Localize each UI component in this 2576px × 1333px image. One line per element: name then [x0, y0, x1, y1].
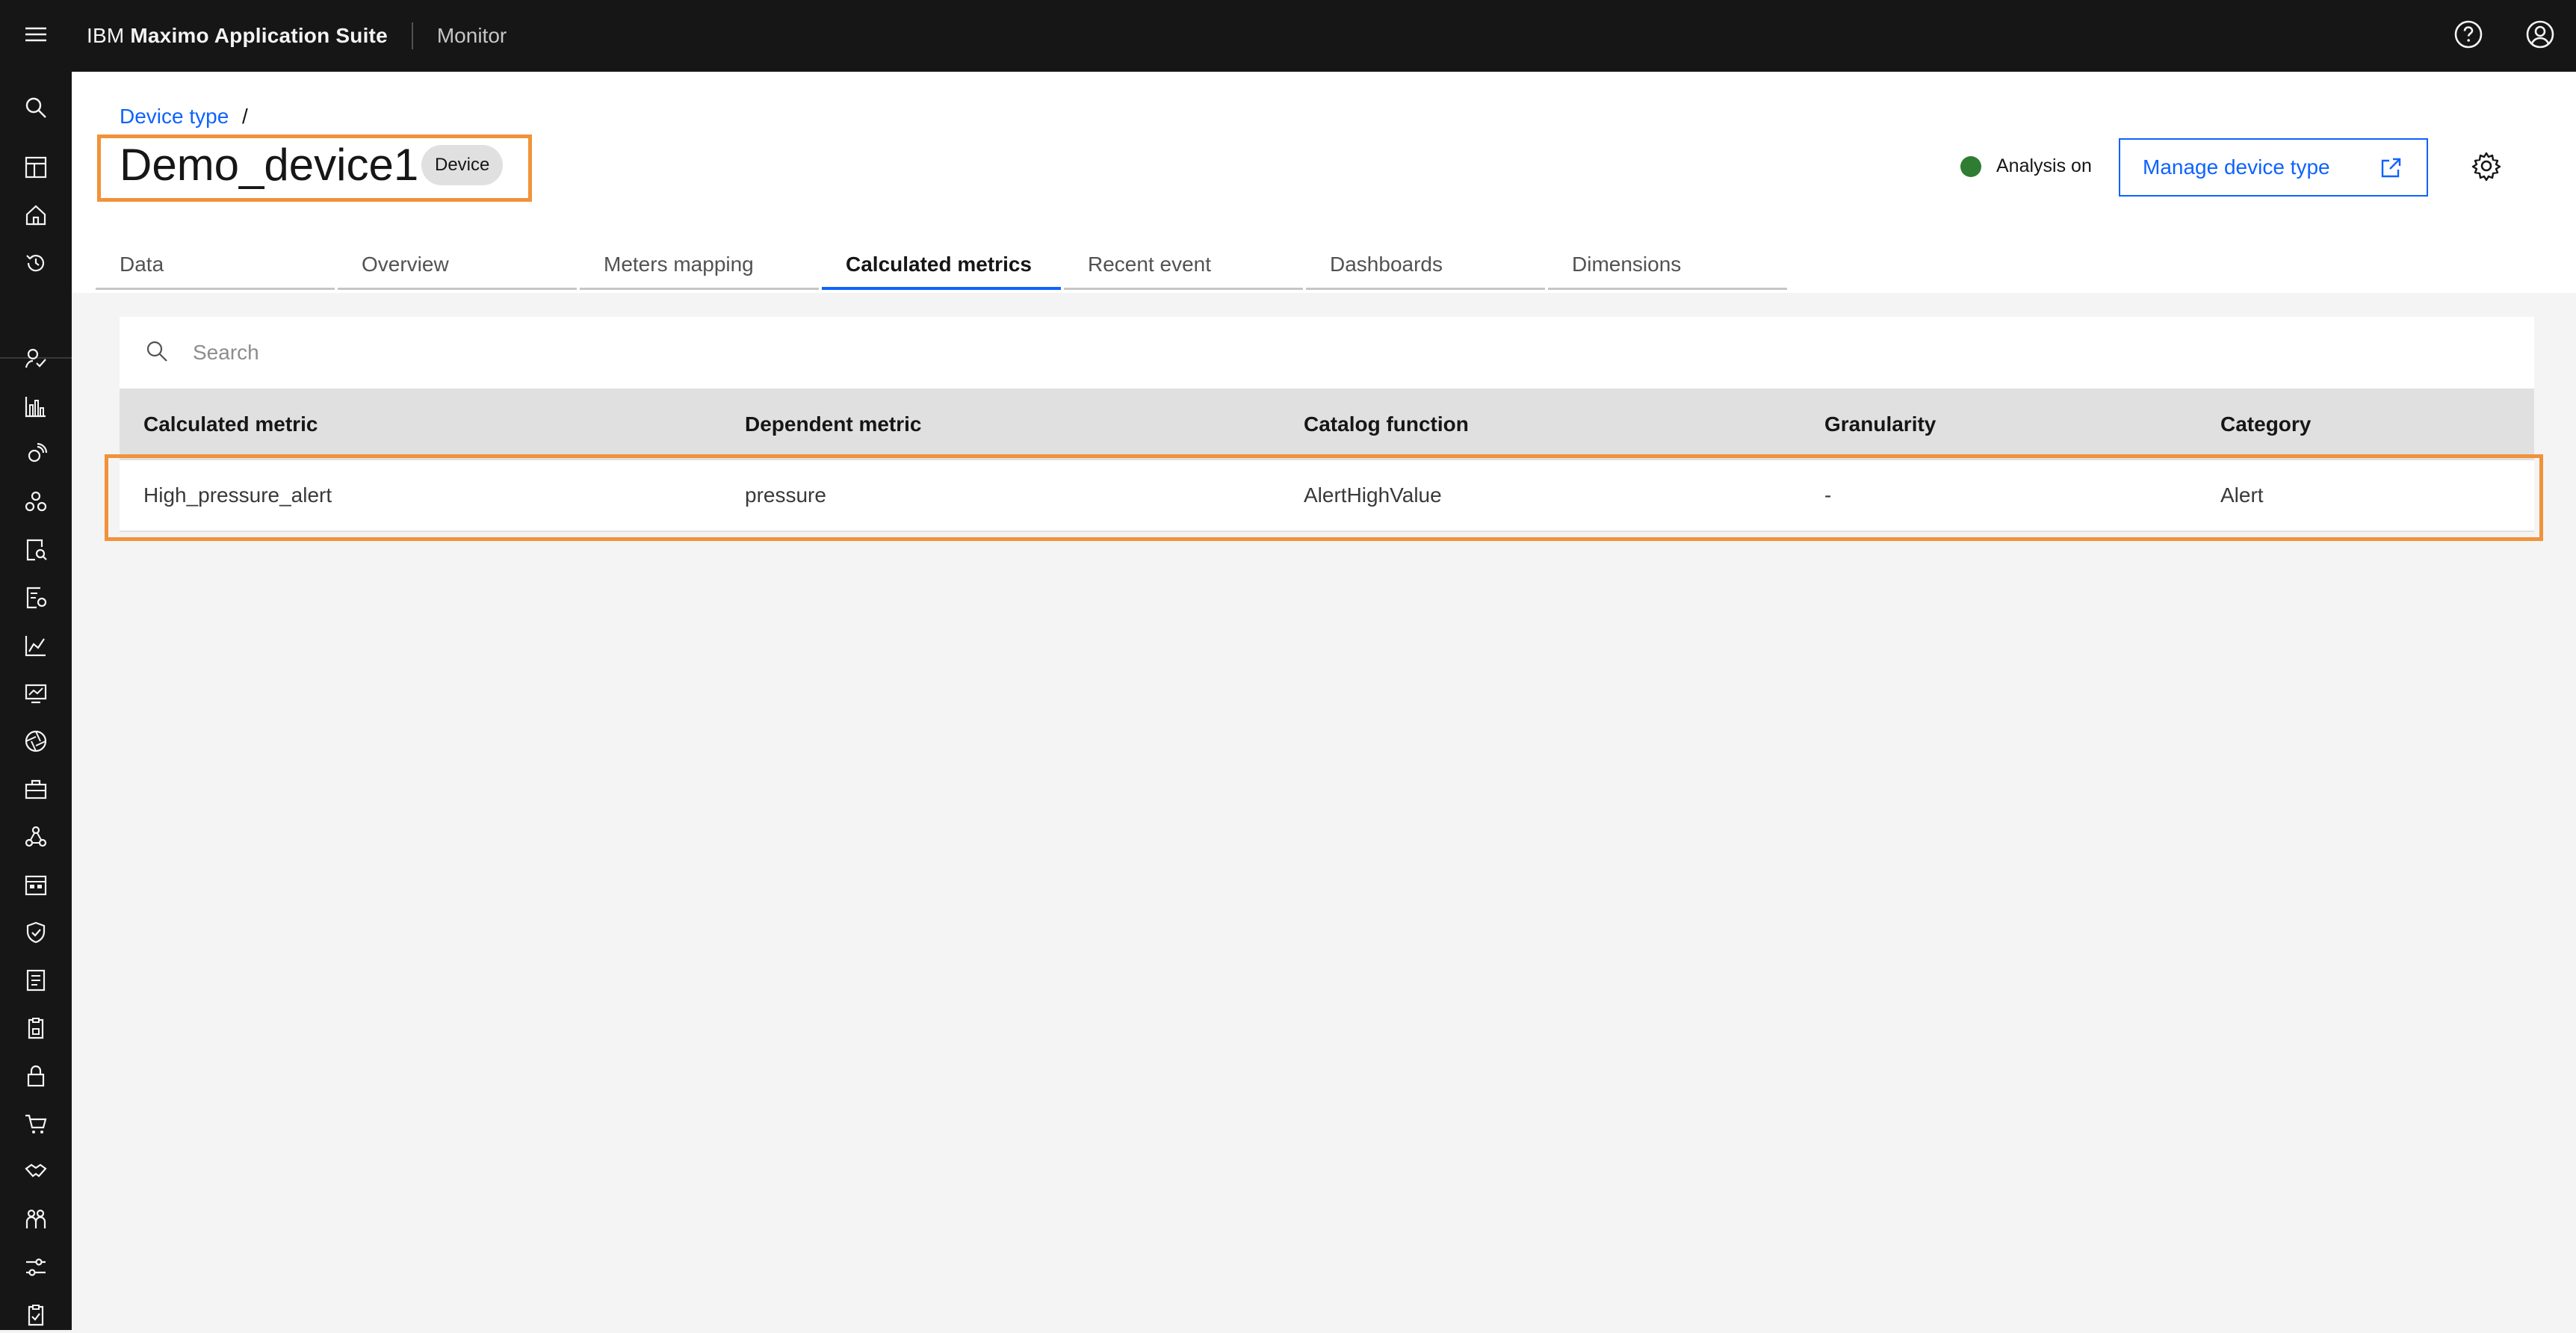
brand-divider: [411, 22, 413, 49]
help-button[interactable]: [2433, 0, 2504, 72]
user-check-icon[interactable]: [18, 341, 54, 377]
search-input[interactable]: Search: [193, 341, 259, 365]
cart-icon[interactable]: [18, 1106, 54, 1142]
tab-data[interactable]: Data: [96, 241, 335, 290]
header-actions: [2433, 0, 2576, 72]
tab-meters-mapping[interactable]: Meters mapping: [580, 241, 819, 290]
toolbox-icon[interactable]: [18, 771, 54, 807]
top-header: IBM Maximo Application Suite Monitor: [0, 0, 2576, 72]
history-icon[interactable]: [18, 245, 54, 281]
tab-recent-event[interactable]: Recent event: [1064, 241, 1303, 290]
brand-prefix: IBM: [87, 24, 125, 47]
column-header-granularity[interactable]: Granularity: [1801, 412, 2196, 436]
page-header: Device type / Demo_device1 Device Analys…: [72, 72, 2576, 293]
row-highlight-box: [105, 454, 2543, 541]
help-icon: [2453, 19, 2483, 53]
column-header-dependent-metric[interactable]: Dependent metric: [721, 412, 1280, 436]
handshake-icon[interactable]: [18, 1154, 54, 1190]
aperture-icon[interactable]: [18, 723, 54, 759]
side-navigation: [0, 72, 72, 1330]
external-link-icon: [2379, 156, 2403, 185]
satellite-icon[interactable]: [18, 436, 54, 472]
user-profile-button[interactable]: [2504, 0, 2576, 72]
brand-suite: Maximo Application Suite: [130, 24, 388, 47]
home-icon[interactable]: [18, 197, 54, 233]
manage-device-type-button[interactable]: Manage device type: [2119, 138, 2428, 197]
column-header-catalog-function[interactable]: Catalog function: [1280, 412, 1801, 436]
table-header-row: Calculated metric Dependent metric Catal…: [120, 389, 2534, 460]
lock-icon[interactable]: [18, 1058, 54, 1094]
search-icon[interactable]: [18, 90, 54, 126]
manage-device-type-label: Manage device type: [2143, 155, 2330, 179]
column-header-calculated-metric[interactable]: Calculated metric: [120, 412, 721, 436]
report-icon[interactable]: [18, 580, 54, 616]
clipboard-lock-icon[interactable]: [18, 1010, 54, 1046]
breadcrumb-device-type[interactable]: Device type: [120, 105, 229, 129]
clipboard-check-icon[interactable]: [18, 1297, 54, 1333]
network-icon[interactable]: [18, 484, 54, 520]
search-icon: [145, 339, 169, 367]
bar-chart-icon[interactable]: [18, 389, 54, 424]
tab-overview[interactable]: Overview: [338, 241, 577, 290]
brand-name[interactable]: IBM Maximo Application Suite: [87, 24, 388, 48]
app-name: Monitor: [436, 24, 507, 47]
calendar-grid-icon[interactable]: [18, 867, 54, 903]
breadcrumb-separator: /: [242, 105, 248, 128]
document-search-icon[interactable]: [18, 532, 54, 568]
menu-button[interactable]: [0, 0, 72, 72]
analysis-status-dot: [1960, 156, 1981, 177]
gear-icon: [2471, 151, 2501, 185]
user-avatar-icon: [2525, 19, 2555, 53]
analysis-status-label: Analysis on: [1996, 155, 2092, 176]
sliders-icon[interactable]: [18, 1249, 54, 1285]
menu-icon: [24, 22, 48, 50]
settings-button[interactable]: [2462, 143, 2510, 191]
molecule-icon[interactable]: [18, 819, 54, 855]
tab-dashboards[interactable]: Dashboards: [1306, 241, 1545, 290]
line-chart-icon[interactable]: [18, 628, 54, 664]
tab-calculated-metrics[interactable]: Calculated metrics: [822, 241, 1061, 290]
ledger-icon[interactable]: [18, 962, 54, 998]
shield-icon[interactable]: [18, 915, 54, 950]
monitor-chart-icon[interactable]: [18, 675, 54, 711]
column-header-category[interactable]: Category: [2196, 412, 2534, 436]
title-highlight-box: [97, 134, 532, 202]
dashboard-icon[interactable]: [18, 149, 54, 185]
tab-list: Data Overview Meters mapping Calculated …: [96, 241, 1790, 290]
tab-dimensions[interactable]: Dimensions: [1548, 241, 1787, 290]
people-icon[interactable]: [18, 1201, 54, 1237]
table-search[interactable]: Search: [120, 317, 2534, 389]
